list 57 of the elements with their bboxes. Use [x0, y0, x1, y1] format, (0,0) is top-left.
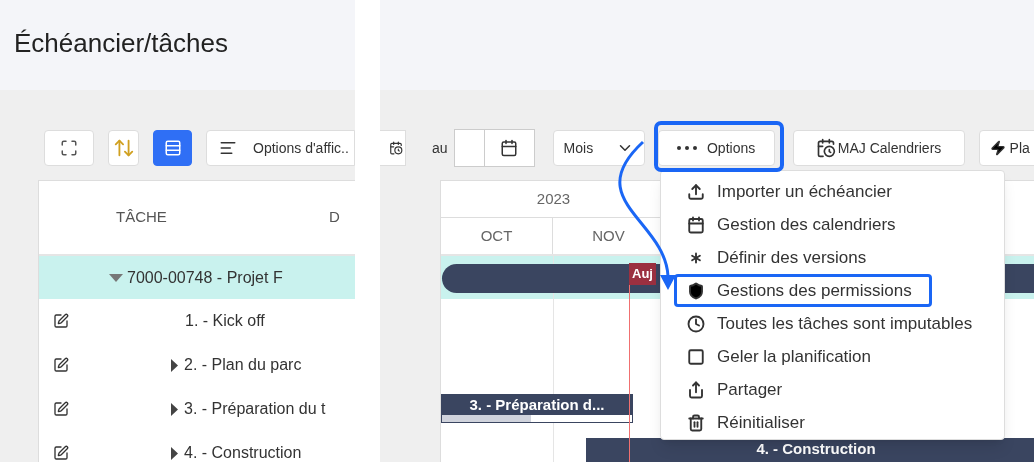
calendar-update-button[interactable]: MAJ Calendriers [792, 130, 965, 166]
calendar-icon [389, 141, 403, 155]
caret-down-icon[interactable] [109, 273, 123, 282]
menu-item[interactable]: Réinitialiser [674, 406, 991, 439]
year-label: 2023 [536, 188, 571, 209]
shield-icon [687, 281, 705, 300]
task-name: 1. - Kick off [185, 311, 265, 331]
page-title: Échéancier/tâches [14, 27, 229, 60]
sort-icon [112, 137, 135, 159]
task-bar-label: 3. - Préparation d... [468, 395, 606, 415]
edit-icon[interactable] [53, 401, 69, 417]
menu-item[interactable]: Partager [674, 373, 991, 406]
caret-right-icon[interactable] [171, 358, 178, 372]
menu-item[interactable]: Gestions des permissions [674, 274, 932, 307]
calendar-button[interactable] [380, 130, 406, 166]
period-select[interactable]: Mois [552, 130, 645, 166]
task-name: 7000-00748 - Projet F [127, 267, 283, 288]
date-field[interactable] [453, 129, 535, 167]
menu-item[interactable]: Geler la planification [674, 340, 991, 373]
menu-item[interactable]: Toutes les tâches sont imputables [674, 307, 991, 340]
task-name: 4. - Construction [184, 443, 302, 462]
task-bar-label: 4. - Construction [755, 439, 877, 459]
trash-icon [687, 413, 705, 432]
display-options-button[interactable]: Options d'affic.. [206, 130, 355, 166]
column-header: TÂCHE [116, 207, 168, 228]
edit-icon[interactable] [53, 445, 69, 461]
task-row[interactable]: 7000-00748 - Projet F [39, 256, 355, 299]
menu-item[interactable]: Importer un échéancier [674, 175, 991, 208]
share-icon [687, 380, 705, 399]
task-bar[interactable]: 3. - Préparation d... [441, 394, 633, 423]
view-button[interactable] [153, 130, 192, 166]
date-to-label: au [432, 138, 448, 158]
more-icon [676, 146, 697, 150]
options-button[interactable]: Options [657, 130, 775, 166]
task-name: 2. - Plan du parc [184, 355, 302, 375]
calendar-icon [687, 215, 705, 234]
clock-icon [687, 314, 705, 333]
calendar-icon [500, 139, 519, 157]
menu-item[interactable]: Définir des versions [674, 241, 991, 274]
menu-item[interactable]: Gestion des calendriers [674, 208, 991, 241]
edit-icon[interactable] [53, 313, 69, 329]
upload-icon [687, 182, 705, 201]
plan-button[interactable]: Pla [978, 130, 1034, 166]
caret-right-icon[interactable] [171, 402, 178, 416]
lightning-icon [989, 140, 1006, 156]
month-header: OCT [441, 218, 553, 254]
expand-icon [60, 139, 78, 157]
today-label: Auj [629, 263, 656, 285]
stop-icon [687, 347, 705, 366]
column-header: D [329, 207, 340, 228]
task-name: 3. - Préparation du t [184, 399, 326, 419]
caret-right-icon[interactable] [171, 446, 178, 460]
lines-icon [219, 139, 237, 157]
edit-icon[interactable] [53, 357, 69, 373]
calendar-clock-icon [815, 138, 836, 158]
rows-icon [163, 139, 182, 157]
task-bar[interactable]: 4. - Construction [586, 438, 1034, 462]
